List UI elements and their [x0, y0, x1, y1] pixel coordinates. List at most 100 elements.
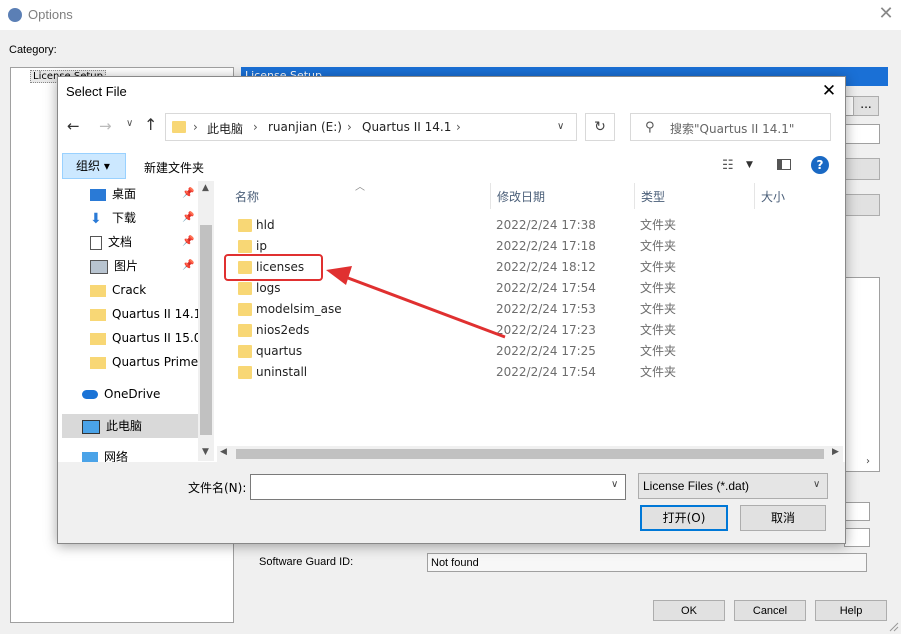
- file-type: 文件夹: [640, 260, 677, 274]
- chevron-down-icon[interactable]: ∨: [611, 479, 618, 490]
- scroll-right-icon[interactable]: ▶: [832, 447, 839, 457]
- computer-icon: [82, 419, 100, 434]
- folder-icon: [172, 121, 186, 133]
- nav-label: Quartus Prime: [112, 355, 199, 369]
- nav-item-onedrive[interactable]: OneDrive: [82, 383, 160, 405]
- chevron-down-icon[interactable]: ▼: [746, 160, 753, 170]
- file-row[interactable]: modelsim_ase 2022/2/24 17:53 文件夹: [234, 299, 794, 320]
- file-row[interactable]: quartus 2022/2/24 17:25 文件夹: [234, 341, 794, 362]
- nav-label: 桌面: [112, 187, 137, 201]
- nav-item-pictures[interactable]: 图片 📌: [90, 255, 194, 277]
- file-date: 2022/2/24 18:12: [496, 260, 596, 274]
- file-type: 文件夹: [640, 302, 677, 316]
- file-type: 文件夹: [640, 344, 677, 358]
- nav-item-crack[interactable]: Crack: [90, 279, 146, 301]
- search-input[interactable]: ⚲ 搜索"Quartus II 14.1": [630, 113, 831, 141]
- back-arrow-icon[interactable]: ←: [67, 117, 80, 135]
- preview-pane-icon[interactable]: [777, 159, 791, 170]
- filename-input[interactable]: [250, 474, 626, 500]
- option-field[interactable]: [844, 502, 870, 521]
- column-header-date[interactable]: 修改日期: [497, 188, 545, 205]
- nav-item-documents[interactable]: 文档 📌: [90, 231, 194, 253]
- scroll-left-icon[interactable]: ◀: [220, 447, 227, 457]
- breadcrumb-item[interactable]: Quartus II 14.1: [362, 120, 451, 134]
- forward-arrow-icon[interactable]: →: [99, 117, 112, 135]
- file-date: 2022/2/24 17:54: [496, 365, 596, 379]
- option-button[interactable]: [844, 158, 880, 180]
- dialog-title: Select File: [66, 84, 127, 99]
- file-date: 2022/2/24 17:18: [496, 239, 596, 253]
- up-arrow-icon[interactable]: ↑: [144, 115, 157, 134]
- breadcrumb-separator-icon: ›: [253, 120, 258, 134]
- software-guard-field: Not found: [427, 553, 867, 572]
- network-icon: [82, 451, 98, 462]
- nav-item-desktop[interactable]: 桌面 📌: [90, 183, 194, 205]
- help-button[interactable]: Help: [815, 600, 887, 621]
- options-titlebar: Options ✕: [0, 0, 901, 30]
- breadcrumb-item[interactable]: 此电脑: [207, 120, 243, 137]
- folder-icon: [238, 303, 252, 316]
- folder-icon: [90, 284, 106, 297]
- file-date: 2022/2/24 17:54: [496, 281, 596, 295]
- nav-item-quartus-prime[interactable]: Quartus Prime: [90, 351, 198, 373]
- file-row[interactable]: hld 2022/2/24 17:38 文件夹: [234, 215, 794, 236]
- recent-locations-icon[interactable]: ∨: [126, 118, 133, 129]
- column-divider[interactable]: [490, 183, 491, 209]
- column-header-name[interactable]: 名称: [235, 188, 259, 205]
- search-icon: ⚲: [645, 120, 655, 135]
- nav-label: Quartus II 14.1: [112, 307, 202, 321]
- pin-icon[interactable]: 📌: [182, 231, 194, 253]
- pin-icon[interactable]: 📌: [182, 207, 194, 229]
- open-button[interactable]: 打开(O): [640, 505, 728, 531]
- scroll-down-icon[interactable]: ▼: [202, 447, 209, 457]
- column-header-size[interactable]: 大小: [761, 188, 785, 205]
- chevron-down-icon[interactable]: ∨: [557, 121, 564, 132]
- column-divider[interactable]: [634, 183, 635, 209]
- file-row[interactable]: uninstall 2022/2/24 17:54 文件夹: [234, 362, 794, 383]
- breadcrumb-item[interactable]: ruanjian (E:): [268, 120, 342, 134]
- horizontal-scroll-thumb[interactable]: [236, 449, 824, 459]
- options-cancel-button[interactable]: Cancel: [734, 600, 806, 621]
- desktop-icon: [90, 188, 106, 201]
- option-field[interactable]: [844, 124, 880, 144]
- options-close-icon[interactable]: ✕: [876, 4, 896, 24]
- file-date: 2022/2/24 17:53: [496, 302, 596, 316]
- chevron-down-icon[interactable]: ∨: [813, 479, 820, 490]
- dialog-cancel-button[interactable]: 取消: [740, 505, 826, 531]
- option-button[interactable]: [844, 194, 880, 216]
- file-date: 2022/2/24 17:38: [496, 218, 596, 232]
- refresh-icon[interactable]: ↻: [585, 113, 615, 141]
- filetype-select[interactable]: License Files (*.dat): [638, 473, 828, 499]
- column-divider[interactable]: [754, 183, 755, 209]
- ok-button[interactable]: OK: [653, 600, 725, 621]
- organize-button[interactable]: 组织 ▾: [62, 153, 126, 179]
- file-type: 文件夹: [640, 281, 677, 295]
- scroll-up-icon[interactable]: ▲: [202, 183, 209, 193]
- column-header-type[interactable]: 类型: [641, 188, 665, 205]
- nav-item-quartus-15[interactable]: Quartus II 15.0: [90, 327, 201, 349]
- browse-button[interactable]: ...: [853, 96, 879, 116]
- breadcrumb-separator-icon: ›: [193, 120, 198, 134]
- nav-item-quartus-14[interactable]: Quartus II 14.1: [90, 303, 201, 325]
- nav-item-network[interactable]: 网络: [82, 446, 128, 462]
- category-label: Category:: [9, 44, 57, 56]
- resize-grip-icon[interactable]: [887, 620, 899, 632]
- sidebar-scroll-thumb[interactable]: [200, 225, 212, 435]
- dialog-close-icon[interactable]: ✕: [818, 80, 840, 102]
- nav-item-downloads[interactable]: ⬇ 下载 📌: [90, 207, 194, 229]
- file-row[interactable]: nios2eds 2022/2/24 17:23 文件夹: [234, 320, 794, 341]
- document-icon: [90, 235, 102, 250]
- pin-icon[interactable]: 📌: [182, 183, 194, 205]
- help-icon[interactable]: ?: [811, 156, 829, 174]
- view-options-icon[interactable]: ☷: [722, 158, 734, 173]
- address-bar[interactable]: › 此电脑 › ruanjian (E:) › Quartus II 14.1 …: [165, 113, 577, 141]
- options-title: Options: [28, 7, 73, 22]
- breadcrumb-separator-icon: ›: [347, 120, 352, 134]
- nav-label: 此电脑: [106, 419, 143, 433]
- scroll-right-icon[interactable]: ›: [866, 456, 870, 467]
- new-folder-button[interactable]: 新建文件夹: [144, 159, 204, 176]
- option-field[interactable]: [844, 528, 870, 547]
- pin-icon[interactable]: 📌: [182, 255, 194, 277]
- nav-item-this-pc[interactable]: 此电脑: [82, 415, 142, 437]
- file-row[interactable]: logs 2022/2/24 17:54 文件夹: [234, 278, 794, 299]
